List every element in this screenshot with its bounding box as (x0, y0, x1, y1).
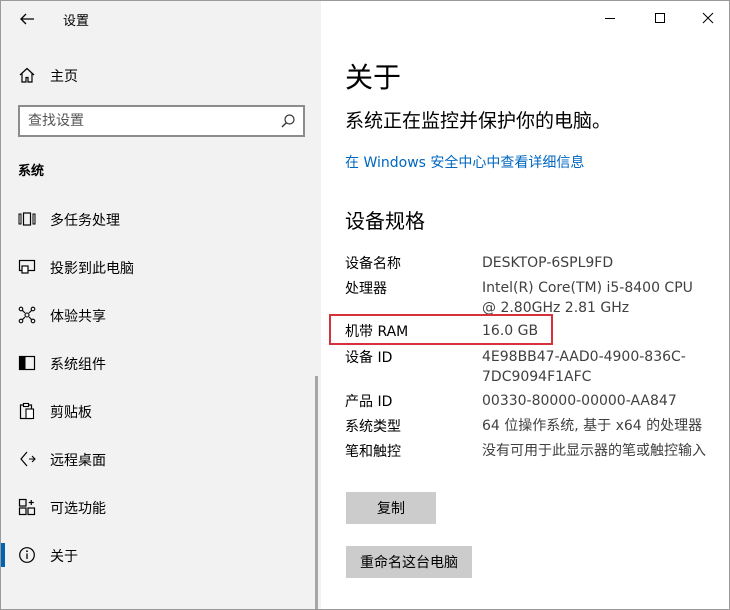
sidebar-item-clipboard[interactable]: 剪贴板 (1, 391, 319, 431)
sidebar-item-label: 系统组件 (50, 357, 106, 373)
multitasking-icon (18, 212, 36, 226)
spec-value: 没有可用于此显示器的笔或触控输入 (482, 443, 706, 459)
search-icon[interactable] (280, 113, 296, 129)
sidebar-item-label: 剪贴板 (50, 405, 92, 421)
home-icon (19, 67, 35, 83)
selection-indicator (1, 543, 5, 567)
sidebar-item-label: 关于 (50, 549, 78, 565)
minimize-icon (605, 18, 615, 19)
spec-value: 00330-80000-00000-AA847 (482, 393, 677, 409)
app-title: 设置 (63, 14, 90, 29)
security-center-link[interactable]: 在 Windows 安全中心中查看详细信息 (345, 152, 584, 172)
search-input[interactable] (28, 112, 268, 130)
project-icon (18, 259, 36, 274)
spec-value: 4E98BB47-AAD0-4900-836C-7DC9094F1AFC (482, 349, 686, 385)
spec-value: DESKTOP-6SPL9FD (482, 255, 614, 271)
info-icon (19, 547, 35, 563)
spec-key: 处理器 (345, 281, 387, 297)
sidebar-item-label: 远程桌面 (50, 453, 106, 469)
main-content: 关于 系统正在监控并保护你的电脑。 在 Windows 安全中心中查看详细信息 … (321, 1, 729, 609)
ram-highlight-box (329, 314, 553, 345)
sidebar-item-label: 多任务处理 (50, 213, 120, 229)
sidebar: 设置 主页 系统 多任务处理 (1, 1, 321, 609)
copy-button[interactable]: 复制 (346, 492, 436, 524)
close-icon (702, 12, 714, 24)
section-label: 系统 (18, 164, 45, 179)
search-box[interactable] (18, 105, 305, 137)
sidebar-item-optional-features[interactable]: 可选功能 (1, 487, 319, 527)
sidebar-item-about[interactable]: 关于 (1, 535, 319, 575)
rename-pc-button[interactable]: 重命名这台电脑 (346, 546, 472, 578)
close-button[interactable] (685, 4, 729, 32)
sidebar-item-label: 投影到此电脑 (50, 261, 134, 277)
security-status: 系统正在监控并保护你的电脑。 (345, 110, 612, 132)
sidebar-item-multitasking[interactable]: 多任务处理 (1, 199, 319, 239)
spec-value: 64 位操作系统, 基于 x64 的处理器 (482, 418, 703, 434)
remote-desktop-icon (20, 451, 36, 467)
sidebar-item-home[interactable]: 主页 (1, 59, 321, 91)
page-title: 关于 (345, 61, 402, 94)
minimize-button[interactable] (587, 4, 633, 32)
spec-value: Intel(R) Core(TM) i5-8400 CPU @ 2.80GHz … (482, 280, 693, 316)
sidebar-item-system-components[interactable]: 系统组件 (1, 343, 319, 383)
sidebar-item-label: 主页 (50, 69, 78, 85)
back-arrow-icon (20, 13, 34, 25)
sidebar-item-project[interactable]: 投影到此电脑 (1, 247, 319, 287)
sidebar-item-remote-desktop[interactable]: 远程桌面 (1, 439, 319, 479)
spec-key: 设备名称 (345, 256, 401, 272)
spec-key: 设备 ID (345, 350, 393, 366)
device-specs-heading: 设备规格 (345, 209, 425, 233)
sidebar-item-label: 体验共享 (50, 309, 106, 325)
maximize-icon (655, 13, 665, 23)
spec-key: 产品 ID (345, 394, 393, 410)
maximize-button[interactable] (637, 4, 683, 32)
spec-key: 笔和触控 (345, 444, 401, 460)
settings-window: 设置 主页 系统 多任务处理 (0, 0, 730, 610)
clipboard-icon (19, 402, 35, 420)
spec-key: 系统类型 (345, 419, 401, 435)
optional-features-icon (18, 498, 36, 516)
shared-experiences-icon (18, 306, 36, 324)
back-button[interactable] (15, 7, 39, 31)
system-components-icon (18, 355, 36, 371)
sidebar-item-shared-experiences[interactable]: 体验共享 (1, 295, 319, 335)
sidebar-scrollbar[interactable] (315, 376, 318, 609)
sidebar-item-label: 可选功能 (50, 501, 106, 517)
